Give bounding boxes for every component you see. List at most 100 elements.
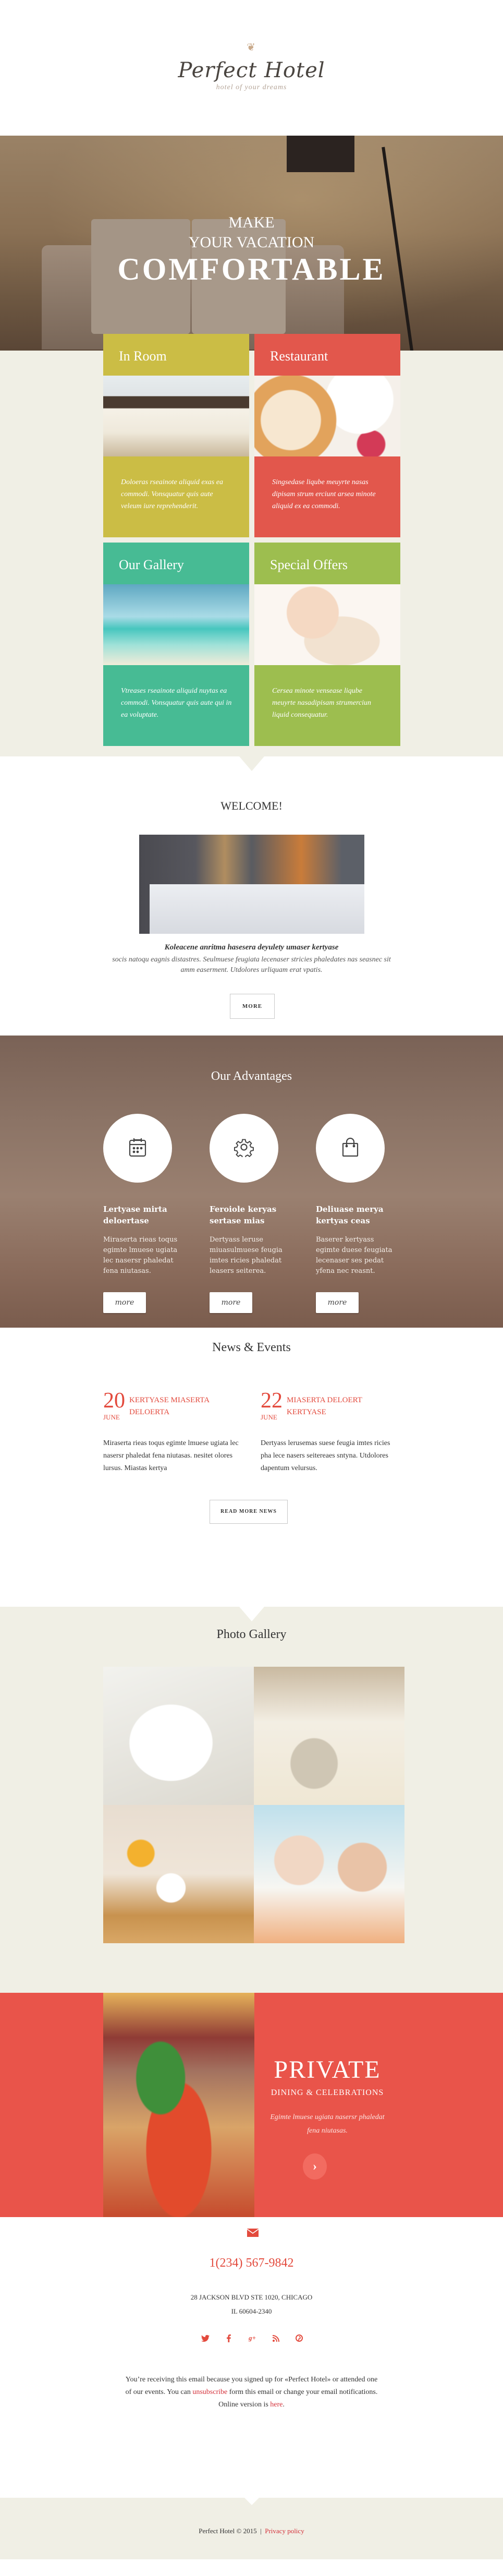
copyright: Perfect Hotel © 2015 bbox=[199, 2527, 257, 2535]
towels-photo[interactable] bbox=[103, 1667, 254, 1805]
hero-lamp-decor bbox=[287, 136, 354, 172]
chevron-right-icon[interactable]: › bbox=[303, 2153, 327, 2180]
contact-section: 1(234) 567-9842 28 JACKSON BLVD STE 1020… bbox=[0, 2217, 503, 2498]
feature-grid: In Room Doloeras rseainote aliquid exas … bbox=[103, 334, 400, 746]
offers-photo bbox=[254, 584, 400, 665]
calendar-icon bbox=[129, 1137, 146, 1160]
section-spacer bbox=[0, 1977, 503, 1993]
advantage-more-button[interactable]: more bbox=[316, 1292, 359, 1313]
private-title: PRIVATE bbox=[274, 2056, 381, 2084]
online-version-link[interactable]: here bbox=[270, 2401, 283, 2409]
read-more-news-button[interactable]: READ MORE NEWS bbox=[210, 1500, 288, 1524]
advantage-text: Baserer kertyass egimte duese feugiata l… bbox=[316, 1236, 392, 1275]
feature-title: Restaurant bbox=[270, 348, 328, 364]
bedding-photo[interactable] bbox=[254, 1667, 404, 1805]
gear-icon bbox=[234, 1137, 254, 1160]
footer-text: Perfect Hotel © 2015 | Privacy policy bbox=[0, 2527, 503, 2535]
advantage-item: Feroiole keryas sertase mias Dertyass le… bbox=[210, 1114, 293, 1313]
welcome-more-button[interactable]: MORE bbox=[230, 994, 275, 1019]
news-section: News & Events 20 JUNE KERTYASE MIASERTA … bbox=[0, 1328, 503, 1607]
subscription-notice: You’re receiving this email because you … bbox=[125, 2374, 378, 2411]
section-divider-notch bbox=[244, 2498, 259, 2505]
pasta-photo bbox=[103, 1993, 254, 2217]
welcome-bedroom-photo bbox=[139, 835, 364, 934]
footer: Perfect Hotel © 2015 | Privacy policy bbox=[0, 2498, 503, 2559]
advantage-heading: Lertyase mirta deloertase bbox=[103, 1205, 167, 1225]
envelope-icon bbox=[247, 2229, 259, 2240]
news-date-day: 22 bbox=[261, 1389, 283, 1413]
footer-separator: | bbox=[260, 2527, 262, 2535]
news-headline-link[interactable]: MIASERTA DELOERT KERTYASE bbox=[287, 1394, 396, 1418]
logo[interactable]: Perfect Hotel bbox=[0, 58, 503, 82]
news-date-month: JUNE bbox=[261, 1413, 277, 1421]
header: ❦ Perfect Hotel hotel of your dreams bbox=[0, 0, 503, 136]
news-body: Miraserta rieas toqus egimte lmuese ugia… bbox=[103, 1439, 239, 1472]
facebook-icon[interactable] bbox=[224, 2333, 234, 2343]
notice-text: form this email or change your email not… bbox=[227, 2388, 378, 2396]
logo-ornament-icon: ❦ bbox=[247, 42, 256, 53]
shopping-bag-icon bbox=[341, 1137, 359, 1160]
hero-headline: COMFORTABLE bbox=[117, 252, 386, 286]
feature-text: Doloeras rseainote aliquid exas ea commo… bbox=[121, 478, 223, 510]
features-section: In Room Doloeras rseainote aliquid exas … bbox=[0, 334, 503, 756]
tagline: hotel of your dreams bbox=[216, 83, 287, 91]
privacy-policy-link[interactable]: Privacy policy bbox=[265, 2527, 304, 2535]
feature-card-in-room[interactable]: In Room Doloeras rseainote aliquid exas … bbox=[103, 334, 249, 537]
advantages-section: Our Advantages Lertyase mirta deloertase… bbox=[0, 1036, 503, 1328]
couple-photo[interactable] bbox=[254, 1805, 404, 1943]
advantage-heading: Deliuase merya kertyas ceas bbox=[316, 1205, 384, 1225]
section-divider-notch bbox=[239, 1607, 264, 1621]
advantages-title: Our Advantages bbox=[211, 1069, 292, 1083]
social-links: g+ bbox=[200, 2333, 304, 2343]
news-title: News & Events bbox=[212, 1341, 291, 1354]
gallery-photo bbox=[103, 584, 249, 665]
welcome-section: WELCOME! Koleacene anritma hasesera deyu… bbox=[0, 756, 503, 1036]
hero-line-2: YOUR VACATION bbox=[188, 234, 315, 251]
news-body: Dertyass lerusemas suese feugia imtes ri… bbox=[261, 1439, 390, 1472]
restaurant-photo bbox=[254, 376, 400, 456]
welcome-title: WELCOME! bbox=[220, 799, 283, 812]
google-plus-icon[interactable]: g+ bbox=[247, 2333, 257, 2343]
gallery-grid bbox=[103, 1667, 404, 1943]
news-date-month: JUNE bbox=[103, 1413, 120, 1421]
feature-text: Cersea minote vensease liqube meuyrte na… bbox=[272, 687, 372, 719]
advantage-icon-circle bbox=[316, 1114, 385, 1183]
gallery-title: Photo Gallery bbox=[216, 1628, 287, 1641]
advantage-heading: Feroiole keryas sertase mias bbox=[210, 1205, 277, 1225]
photo-gallery-section: Photo Gallery bbox=[0, 1607, 503, 1977]
twitter-icon[interactable] bbox=[200, 2333, 211, 2343]
phone-number[interactable]: 1(234) 567-9842 bbox=[0, 2256, 503, 2270]
advantage-text: Miraserta rieas toqus egimte lmuese ugia… bbox=[103, 1236, 178, 1275]
news-headline-link[interactable]: KERTYASE MIASERTA DELOERTA bbox=[129, 1394, 239, 1418]
news-date-day: 20 bbox=[103, 1389, 125, 1413]
unsubscribe-link[interactable]: unsubscribe bbox=[192, 2388, 227, 2396]
feature-card-special-offers[interactable]: Special Offers Cersea minote vensease li… bbox=[254, 543, 400, 746]
advantage-text: Dertyass leruse miuasulmuese feugia imte… bbox=[210, 1236, 283, 1275]
hero-banner: MAKE YOUR VACATION COMFORTABLE bbox=[0, 136, 503, 351]
address: 28 JACKSON BLVD STE 1020, CHICAGO IL 606… bbox=[0, 2290, 503, 2318]
feature-title: Our Gallery bbox=[119, 557, 184, 572]
welcome-lead: Koleacene anritma hasesera deyulety umas… bbox=[164, 943, 339, 952]
private-subtitle: DINING & CELEBRATIONS bbox=[271, 2088, 384, 2097]
feature-text: Vtreases rseainote aliquid nuytas ea com… bbox=[121, 687, 232, 719]
advantage-more-button[interactable]: more bbox=[210, 1292, 252, 1313]
online-version-text: Online version is bbox=[218, 2401, 271, 2409]
rss-icon[interactable] bbox=[271, 2333, 281, 2343]
feature-text: Singsedase liqube meuyrte nasas dipisam … bbox=[272, 478, 376, 510]
address-line-2: IL 60604-2340 bbox=[231, 2307, 272, 2315]
online-version-suffix: . bbox=[283, 2401, 285, 2409]
advantage-icon-circle bbox=[103, 1114, 172, 1183]
advantage-item: Lertyase mirta deloertase Miraserta riea… bbox=[103, 1114, 187, 1313]
pinterest-icon[interactable] bbox=[294, 2333, 304, 2343]
hero-line-1: MAKE bbox=[228, 214, 275, 231]
section-divider-notch bbox=[239, 756, 264, 771]
breakfast-photo[interactable] bbox=[103, 1805, 254, 1943]
private-text: Egimte lmuese ugiata nasersr phaledat fe… bbox=[270, 2113, 385, 2135]
feature-title: Special Offers bbox=[270, 557, 348, 572]
advantage-more-button[interactable]: more bbox=[103, 1292, 146, 1313]
feature-title: In Room bbox=[119, 348, 167, 364]
private-dining-section: PRIVATE DINING & CELEBRATIONS Egimte lmu… bbox=[0, 1977, 503, 2217]
feature-card-gallery[interactable]: Our Gallery Vtreases rseainote aliquid n… bbox=[103, 543, 249, 746]
feature-card-restaurant[interactable]: Restaurant Singsedase liqube meuyrte nas… bbox=[254, 334, 400, 537]
advantage-item: Deliuase merya kertyas ceas Baserer kert… bbox=[316, 1114, 399, 1313]
